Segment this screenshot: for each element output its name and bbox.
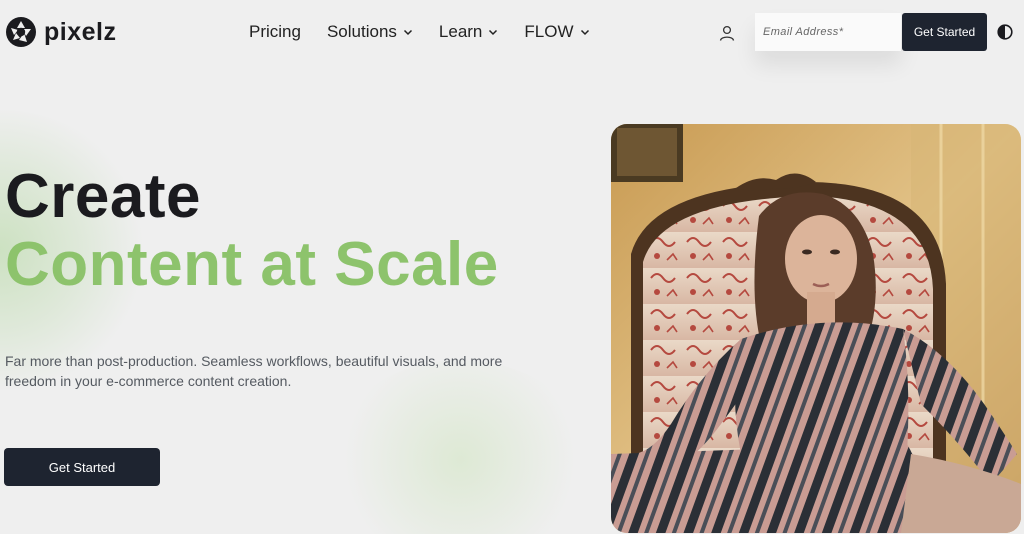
chevron-down-icon	[403, 29, 412, 36]
nav-item-label: FLOW	[524, 22, 574, 41]
contrast-icon[interactable]	[997, 24, 1013, 40]
nav-item-solutions[interactable]: Solutions	[327, 22, 413, 42]
hero-get-started-button[interactable]: Get Started	[4, 448, 160, 486]
hero-title-line1: Create	[5, 162, 201, 231]
email-field[interactable]	[755, 13, 901, 51]
header-get-started-button[interactable]: Get Started	[902, 13, 987, 51]
hero-title-line2: Content at Scale	[5, 230, 499, 299]
main-nav: Pricing Solutions Learn FLOW	[249, 22, 590, 42]
chevron-down-icon	[489, 29, 498, 36]
nav-item-pricing[interactable]: Pricing	[249, 22, 301, 42]
site-header: pixelz Pricing Solutions Learn FLOW Emai…	[0, 0, 1024, 66]
hero-title: Create Content at Scale	[5, 166, 499, 296]
nav-item-label: Solutions	[326, 22, 397, 41]
nav-item-flow[interactable]: FLOW	[524, 22, 589, 42]
brand-logo[interactable]: pixelz	[5, 16, 116, 48]
landing-page: pixelz Pricing Solutions Learn FLOW Emai…	[0, 0, 1024, 534]
hero-description: Far more than post-production. Seamless …	[5, 353, 503, 389]
brand-name: pixelz	[44, 17, 117, 46]
aperture-logo-icon	[6, 17, 36, 47]
nav-item-label: Learn	[438, 22, 483, 41]
user-icon[interactable]	[718, 24, 736, 42]
email-field-wrapper	[755, 13, 901, 51]
chevron-down-icon	[580, 29, 589, 36]
nav-item-learn[interactable]: Learn	[439, 22, 498, 42]
nav-item-label: Pricing	[249, 22, 301, 41]
hero-photo	[611, 124, 1021, 533]
